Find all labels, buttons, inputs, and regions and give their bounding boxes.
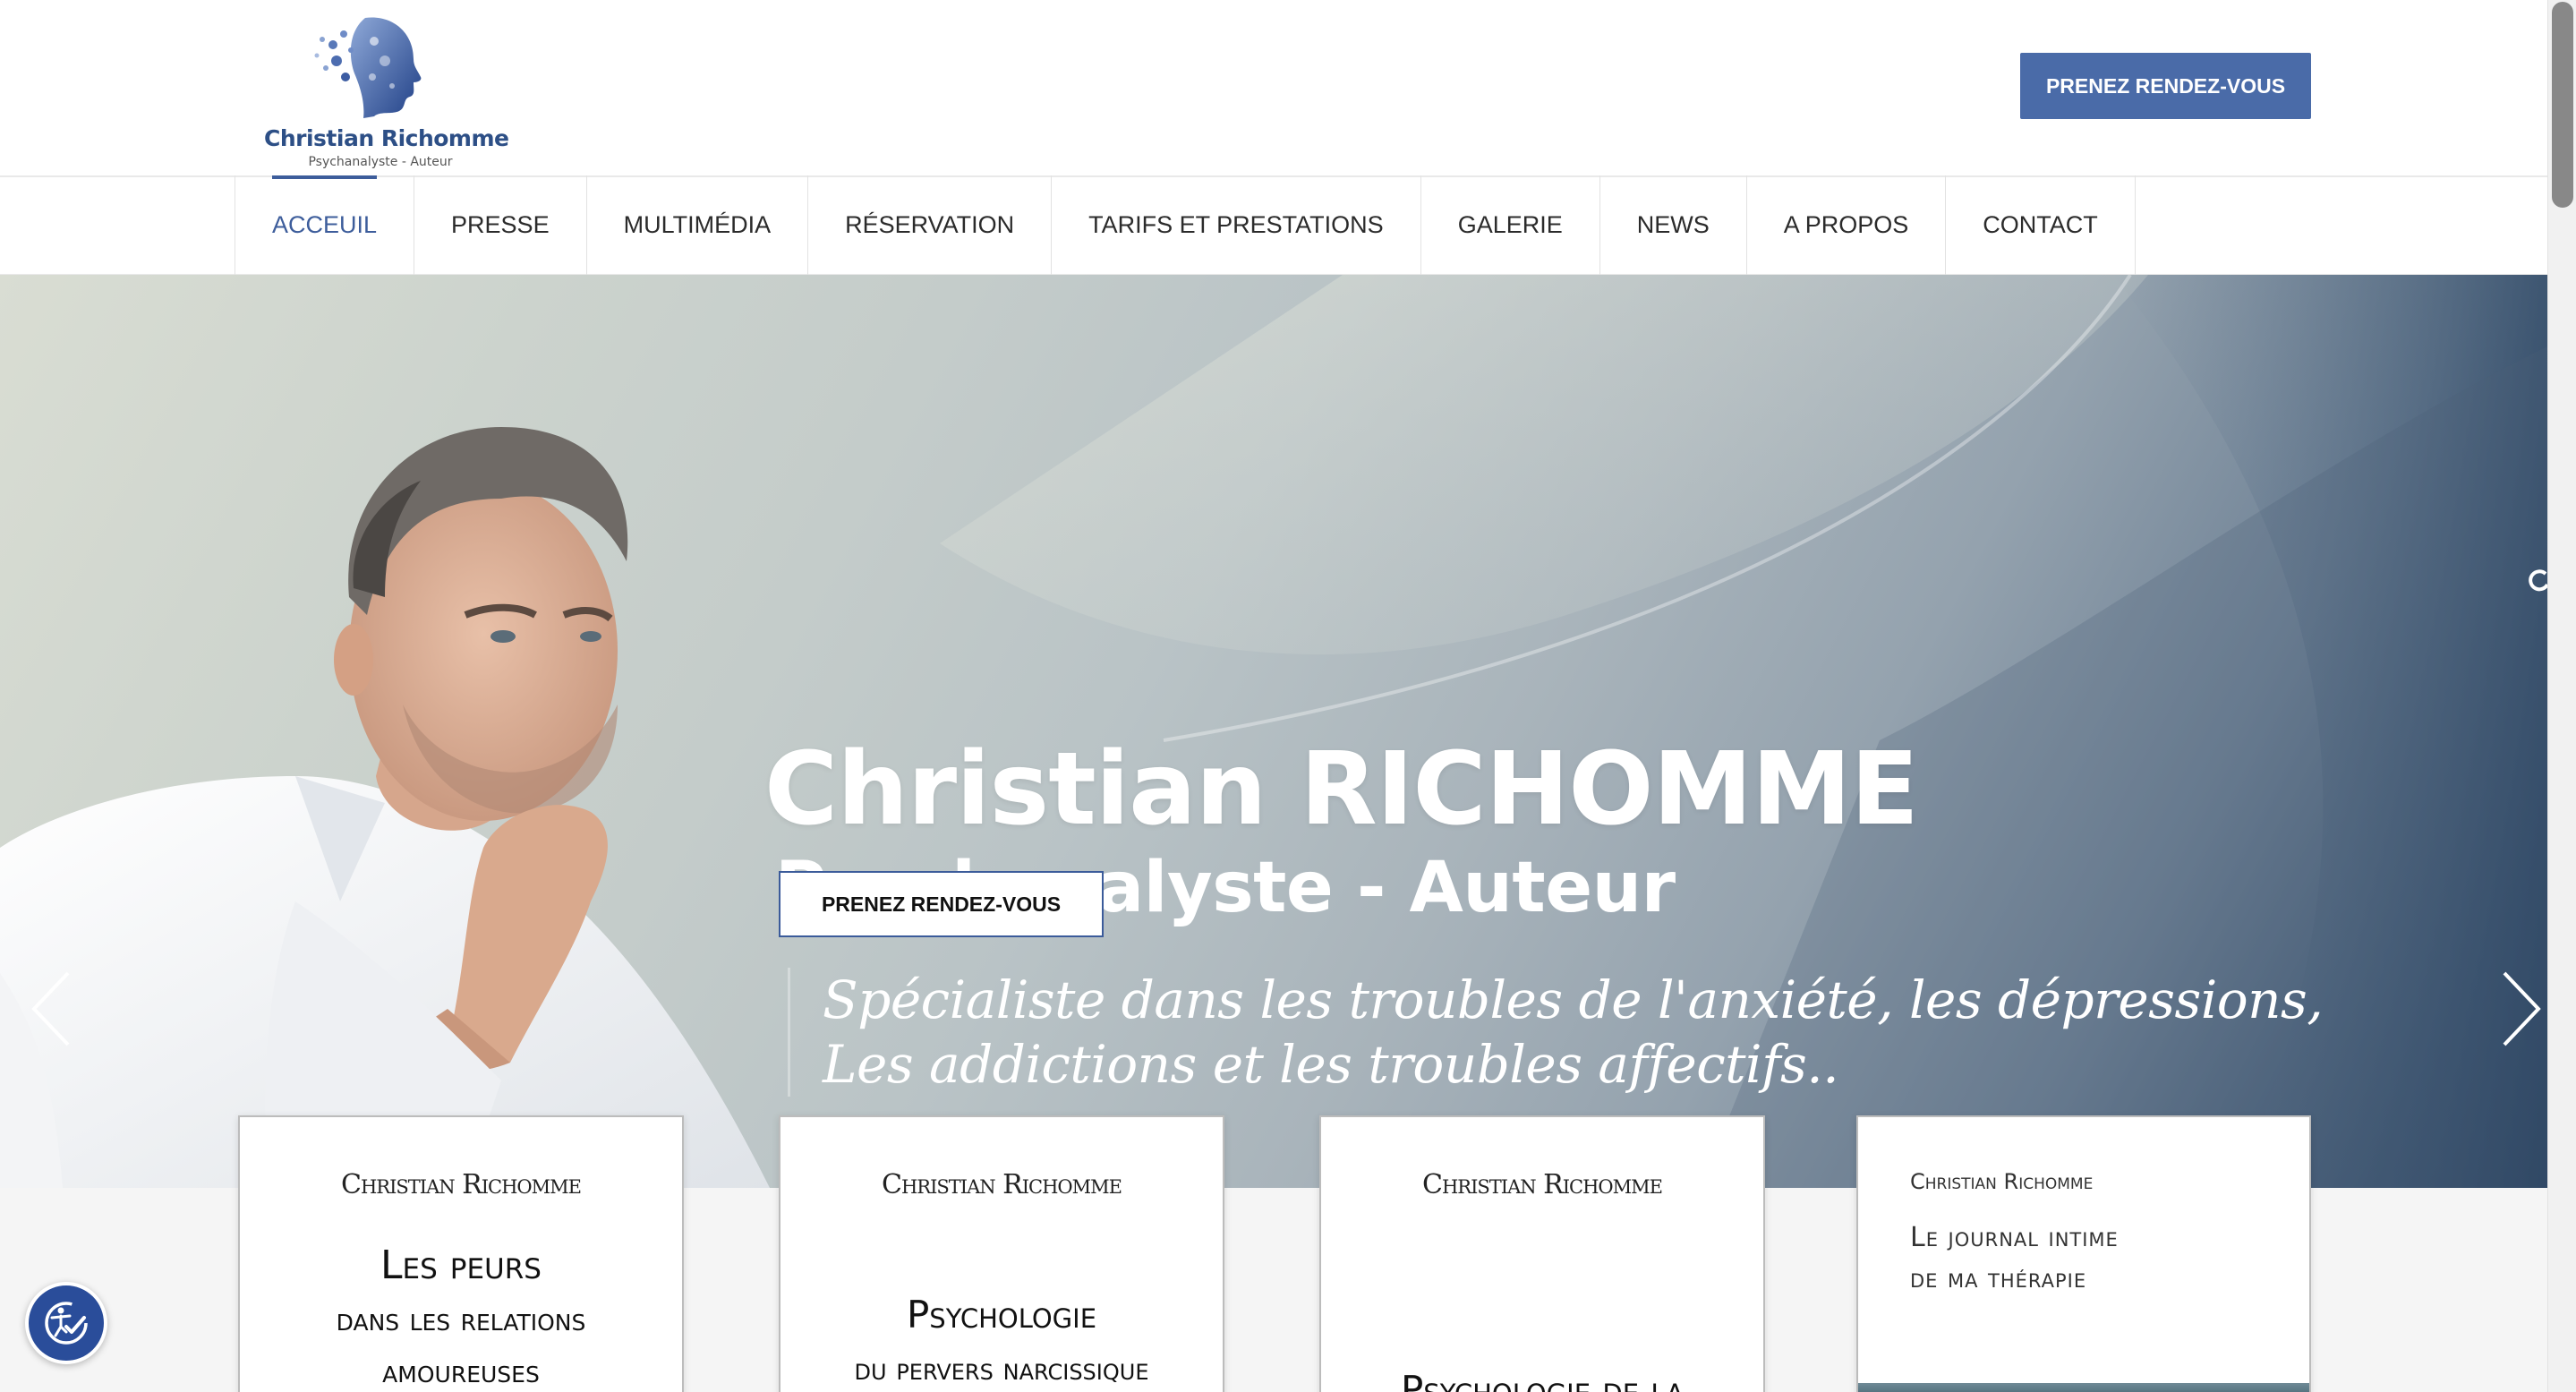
nav-item-contact[interactable]: CONTACT [1946, 175, 2136, 275]
book-title-line: amoureuses [382, 1354, 540, 1390]
head-profile-logo-icon [314, 17, 422, 118]
book-title-line: de ma thérapie [1910, 1263, 2087, 1294]
book-title-line: dans les relations [336, 1302, 586, 1338]
hero-appointment-button[interactable]: PRENEZ RENDEZ-VOUS [779, 871, 1104, 937]
nav-item-tarifs[interactable]: TARIFS ET PRESTATIONS [1052, 175, 1421, 275]
book-card[interactable]: Christian Richomme Psychologie de la [1319, 1115, 1765, 1392]
nav-item-presse[interactable]: PRESSE [414, 175, 587, 275]
book-card[interactable]: Christian Richomme Les peurs dans les re… [238, 1115, 684, 1392]
loading-spinner-icon [2529, 569, 2547, 592]
nav-list: ACCEUIL PRESSE MULTIMÉDIA RÉSERVATION TA… [235, 175, 2136, 275]
main-navigation: ACCEUIL PRESSE MULTIMÉDIA RÉSERVATION TA… [0, 175, 2547, 275]
logo-subtitle: Psychanalyste - Auteur [308, 155, 453, 169]
header-appointment-button[interactable]: PRENEZ RENDEZ-VOUS [2020, 53, 2311, 119]
accessibility-icon [45, 1302, 88, 1345]
book-card[interactable]: Christian Richomme Le journal intime de … [1856, 1115, 2311, 1392]
book-card[interactable]: Christian Richomme Psychologie du perver… [779, 1115, 1224, 1392]
accessibility-button[interactable] [25, 1282, 107, 1364]
book-author: Christian Richomme [341, 1169, 582, 1200]
hero-quote: Spécialiste dans les troubles de l'anxié… [788, 968, 2324, 1097]
book-author: Christian Richomme [882, 1169, 1122, 1200]
book-author: Christian Richomme [1910, 1169, 2094, 1194]
nav-item-multimedia[interactable]: MULTIMÉDIA [587, 175, 809, 275]
nav-item-galerie[interactable]: GALERIE [1421, 175, 1600, 275]
scrollbar-thumb[interactable] [2552, 2, 2573, 208]
book-title-line: Le journal intime [1910, 1222, 2119, 1253]
hero-slider: Christian RICHOMME Psychanalyste - Auteu… [0, 275, 2547, 1188]
nav-item-acceuil[interactable]: ACCEUIL [235, 175, 415, 275]
chevron-left-icon[interactable] [25, 964, 79, 1054]
page-scrollbar[interactable] [2547, 0, 2576, 1392]
book-title-line: Les peurs [380, 1243, 542, 1288]
book-title-line: du pervers narcissique [854, 1352, 1149, 1388]
hero-quote-line-2: Les addictions et les troubles affectifs… [823, 1034, 1839, 1095]
nav-item-news[interactable]: NEWS [1600, 175, 1747, 275]
nav-item-reservation[interactable]: RÉSERVATION [808, 175, 1053, 275]
hero-quote-line-1: Spécialiste dans les troubles de l'anxié… [823, 969, 2324, 1030]
book-title-line: Psychologie [906, 1293, 1097, 1336]
logo-name: Christian Richomme [264, 125, 509, 151]
book-title: Le journal intime de ma thérapie [1910, 1217, 2119, 1300]
portrait-image [0, 427, 770, 1188]
chevron-right-icon[interactable] [2494, 964, 2547, 1054]
site-header: Christian Richomme Psychanalyste - Auteu… [0, 0, 2547, 175]
book-author: Christian Richomme [1422, 1169, 1663, 1200]
hero-title: Christian RICHOMME [764, 731, 1919, 848]
site-logo[interactable]: Christian Richomme Psychanalyste - Auteu… [260, 14, 509, 169]
book-title-line: Psychologie de la [1400, 1368, 1685, 1392]
nav-item-a-propos[interactable]: A PROPOS [1747, 175, 1947, 275]
